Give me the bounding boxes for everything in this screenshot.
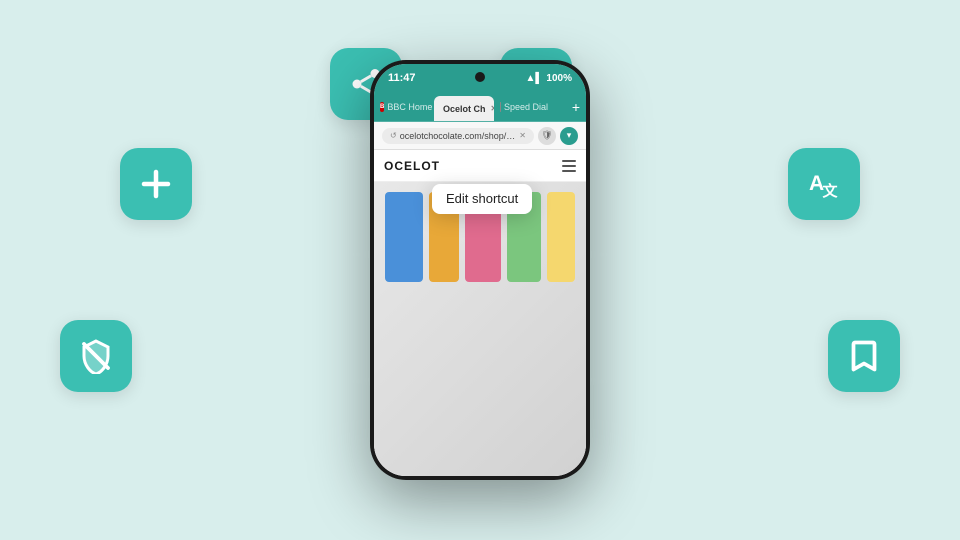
hamburger-line-1 [562,160,576,162]
shield-addr-btn[interactable]: 🛡 [538,127,556,145]
address-secure-icon: ↺ [390,131,397,140]
address-bar: ↺ ocelotchocolate.com/shop/lemc ✕ 🛡 ▾ [374,122,586,150]
site-name: OCELOT [384,159,440,173]
svg-text:文: 文 [823,182,839,200]
page-block-5 [547,192,575,282]
edit-shortcut-dropdown[interactable]: Edit shortcut [432,184,532,214]
bbc-favicon: B [380,102,384,112]
page-block-1 [385,192,423,282]
tab-ocelot[interactable]: Ocelot Ch ✕ [434,96,494,121]
tab-speed[interactable]: Speed Dial [494,92,554,121]
phone-mockup: 11:47 ▲▌ 100% B BBC Home Ocelot Ch ✕ [370,60,590,480]
tab-ocelot-label: Ocelot Ch [443,104,486,114]
hamburger-line-2 [562,165,576,167]
pocket-btn[interactable]: ▾ [560,127,578,145]
page-content-area [374,182,586,476]
shield-off-icon [78,338,114,374]
speed-favicon [500,102,501,112]
status-time: 11:47 [388,72,416,84]
edit-shortcut-label: Edit shortcut [446,191,518,206]
signal-icon: ▲▌ [525,73,542,84]
add-icon [138,166,174,202]
camera-notch [475,72,485,82]
hamburger-menu[interactable] [562,160,576,172]
bookmark-icon-button[interactable] [828,320,900,392]
url-text: ocelotchocolate.com/shop/lemc [400,131,517,141]
translate-icon-button[interactable]: A 文 [788,148,860,220]
tab-bbc-label: BBC Home [387,102,432,112]
tab-speed-label: Speed Dial [504,102,548,112]
browser-toolbar: OCELOT [374,150,586,182]
tab-add-button[interactable]: + [566,92,586,121]
phone-screen: 11:47 ▲▌ 100% B BBC Home Ocelot Ch ✕ [374,64,586,476]
url-input[interactable]: ↺ ocelotchocolate.com/shop/lemc ✕ [382,128,534,144]
status-right: ▲▌ 100% [525,73,572,84]
browser-content: OCELOT Edit shortcut [374,150,586,476]
main-scene: A 文 11:47 ▲▌ 100% [0,0,960,540]
tab-close-icon[interactable]: ✕ [491,104,494,113]
tab-add-icon: + [572,99,580,115]
bookmark-icon [846,338,882,374]
translate-icon: A 文 [806,166,842,202]
tab-bbc[interactable]: B BBC Home [374,92,434,121]
battery-level: 100% [546,73,572,84]
refresh-icon: ✕ [519,131,526,140]
hamburger-line-3 [562,170,576,172]
add-icon-button[interactable] [120,148,192,220]
tab-bar: B BBC Home Ocelot Ch ✕ Speed Dial + [374,92,586,122]
shield-icon-button[interactable] [60,320,132,392]
